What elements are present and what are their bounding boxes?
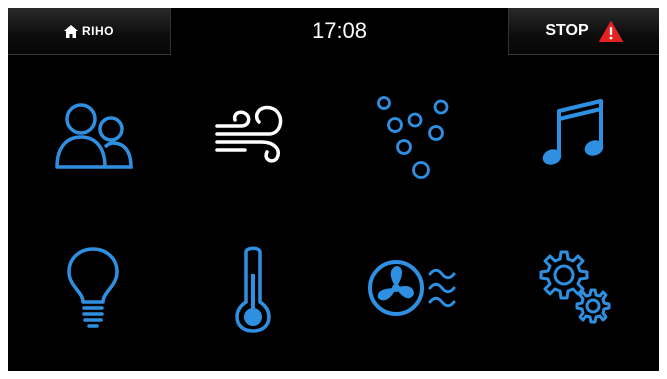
screen: RIHO 17:08 STOP	[8, 8, 659, 371]
home-label: RIHO	[82, 24, 114, 38]
clock-time: 17:08	[311, 18, 368, 43]
top-bar: RIHO 17:08 STOP	[8, 8, 659, 57]
home-button[interactable]: RIHO	[8, 8, 171, 55]
thermometer-icon	[235, 246, 271, 333]
warning-icon	[598, 20, 623, 42]
tile-wind[interactable]	[173, 60, 333, 210]
tile-fan[interactable]	[333, 213, 493, 363]
tile-temperature[interactable]	[173, 213, 333, 363]
tile-settings[interactable]	[493, 213, 653, 363]
tile-users[interactable]	[13, 60, 173, 210]
lightbulb-icon	[67, 247, 119, 328]
tile-light[interactable]	[13, 213, 173, 363]
tile-bubbles[interactable]	[333, 60, 493, 210]
music-icon	[542, 99, 604, 165]
home-icon	[64, 24, 78, 38]
bubbles-icon	[377, 96, 449, 179]
settings-gears-icon	[539, 250, 611, 324]
tile-music[interactable]	[493, 60, 653, 210]
stop-label: STOP	[545, 22, 589, 39]
wind-icon	[215, 105, 283, 163]
stop-button[interactable]: STOP	[508, 8, 659, 55]
fan-icon	[368, 260, 456, 316]
users-icon	[55, 103, 133, 169]
